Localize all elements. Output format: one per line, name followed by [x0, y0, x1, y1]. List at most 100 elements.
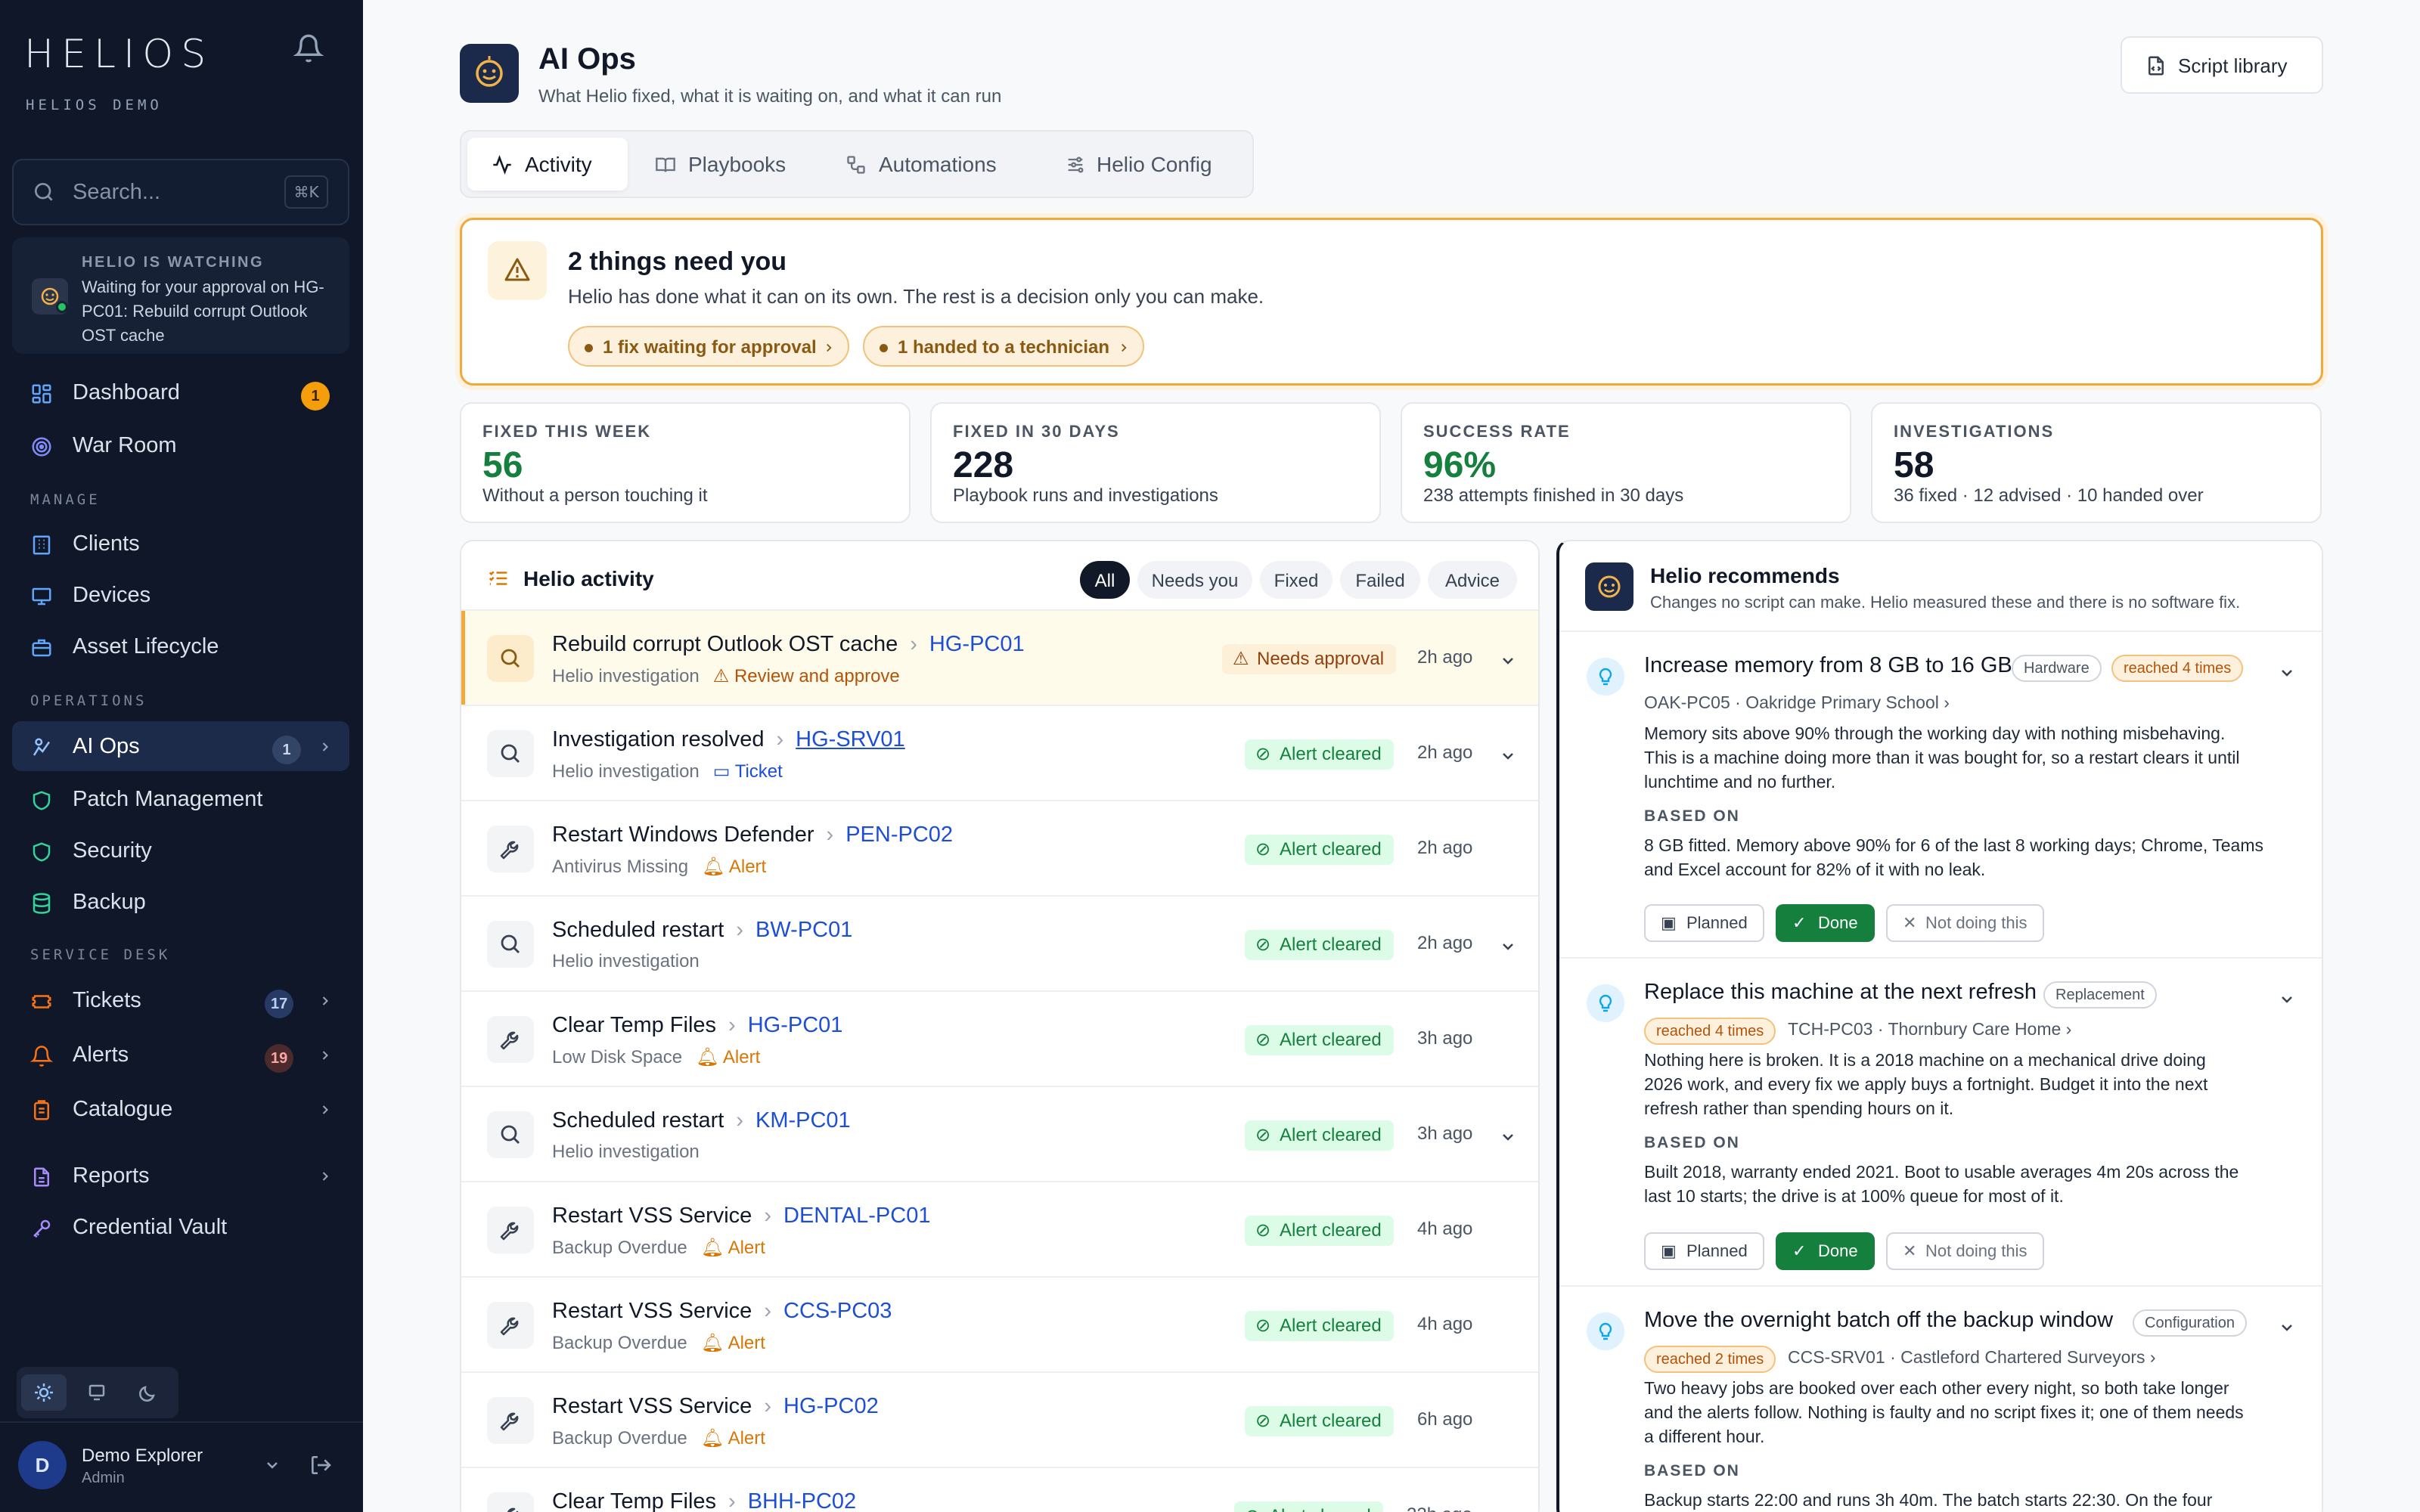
chevron-down-icon[interactable]	[1499, 937, 1517, 956]
alert-link[interactable]: 🔔︎ Alert	[701, 1333, 765, 1353]
done-button[interactable]: ✓ Done	[1776, 1232, 1875, 1270]
sidebar-item-ai-ops[interactable]: AI Ops 1	[12, 721, 349, 771]
device-link[interactable]: PEN-PC02	[845, 823, 953, 847]
filter-needs-you[interactable]: Needs you	[1137, 561, 1252, 599]
wrench-icon	[487, 1302, 534, 1349]
sidebar-item-label: Security	[73, 838, 152, 863]
wrench-icon	[487, 826, 534, 872]
sidebar-item-reports[interactable]: Reports	[12, 1151, 349, 1201]
search-input[interactable]: Search... ⌘K	[12, 159, 349, 225]
user-menu[interactable]: D Demo Explorer Admin	[0, 1421, 363, 1512]
shield-icon	[30, 789, 53, 812]
device-link[interactable]: KM-PC01	[755, 1108, 851, 1132]
alert-link[interactable]: 🔔︎ Alert	[701, 1238, 765, 1258]
done-button[interactable]: ✓ Done	[1776, 904, 1875, 942]
sidebar-item-alerts[interactable]: Alerts 19	[12, 1030, 349, 1080]
chevron-down-icon[interactable]	[2278, 664, 2296, 682]
check-circle-icon: ⊘	[1255, 1220, 1271, 1241]
device-link[interactable]: HG-PC02	[783, 1394, 879, 1418]
chevron-down-icon[interactable]	[263, 1456, 281, 1474]
attention-title: 2 things need you	[568, 247, 787, 276]
alert-link[interactable]: 🔔︎ Alert	[702, 857, 766, 877]
device-location-link[interactable]: CCS-SRV01 · Castleford Chartered Surveyo…	[1788, 1347, 2156, 1368]
sidebar-item-devices[interactable]: Devices	[12, 570, 349, 620]
tab-playbooks[interactable]: Playbooks	[640, 138, 814, 191]
device-location-link[interactable]: OAK-PC05 · Oakridge Primary School ›	[1644, 692, 1950, 713]
sidebar-item-catalogue[interactable]: Catalogue	[12, 1084, 349, 1134]
device-link[interactable]: HG-PC01	[748, 1013, 843, 1037]
moon-icon[interactable]	[127, 1374, 172, 1411]
activity-row[interactable]: Restart VSS Service › DENTAL-PC01 Backup O…	[461, 1182, 1538, 1278]
notifications-bell-icon[interactable]	[293, 33, 324, 64]
sidebar-item-security[interactable]: Security	[12, 826, 349, 875]
activity-row[interactable]: Scheduled restart › BW-PC01 Helio investig…	[461, 897, 1538, 992]
dot-icon	[880, 344, 888, 352]
sidebar-item-patch-management[interactable]: Patch Management	[12, 774, 349, 824]
filter-all[interactable]: All	[1080, 561, 1130, 599]
chevron-right-icon	[318, 1102, 333, 1117]
not-doing-button[interactable]: ✕ Not doing this	[1886, 904, 2044, 942]
activity-row[interactable]: Clear Temp Files › HG-PC01 Low Disk Space 🔔…	[461, 992, 1538, 1087]
activity-row[interactable]: Restart Windows Defender › PEN-PC02 Antivi…	[461, 801, 1538, 897]
activity-row[interactable]: Clear Temp Files › BHH-PC02 ⊘ Alert cleared…	[461, 1468, 1538, 1512]
activity-row[interactable]: Rebuild corrupt Outlook OST cache › HG-PC0…	[461, 611, 1538, 706]
sidebar-item-dashboard[interactable]: Dashboard 1	[12, 367, 349, 417]
planned-button[interactable]: ▣ Planned	[1644, 904, 1764, 942]
based-on-text: Backup starts 22:00 and runs 3h 40m. The…	[1644, 1490, 2213, 1510]
monitor-icon	[30, 585, 53, 608]
planned-button[interactable]: ▣ Planned	[1644, 1232, 1764, 1270]
review-link[interactable]: ⚠ Review and approve	[713, 666, 900, 686]
filter-failed[interactable]: Failed	[1340, 561, 1420, 599]
chevron-right-icon: ›	[764, 1299, 771, 1323]
device-location-link[interactable]: TCH-PC03 · Thornbury Care Home ›	[1788, 1019, 2071, 1040]
location-label: TCH-PC03 · Thornbury Care Home	[1788, 1019, 2062, 1039]
monitor-icon[interactable]	[74, 1374, 119, 1411]
alert-link[interactable]: 🔔︎ Alert	[696, 1047, 760, 1067]
status-badge: ⊘ Alert cleared	[1245, 1025, 1394, 1055]
filter-advice[interactable]: Advice	[1428, 561, 1517, 599]
script-library-button[interactable]: Script library	[2121, 36, 2323, 94]
tab-activity[interactable]: Activity	[467, 138, 628, 191]
activity-row[interactable]: Restart VSS Service › CCS-PC03 Backup Over…	[461, 1278, 1538, 1373]
sidebar-item-backup[interactable]: Backup	[12, 877, 349, 927]
chevron-down-icon[interactable]	[2278, 990, 2296, 1009]
device-link[interactable]: BW-PC01	[755, 918, 852, 942]
sidebar-item-clients[interactable]: Clients	[12, 519, 349, 569]
device-link[interactable]: BHH-PC02	[748, 1489, 856, 1512]
device-link[interactable]: DENTAL-PC01	[783, 1204, 930, 1228]
device-link[interactable]: HG-PC01	[929, 632, 1025, 656]
chevron-down-icon[interactable]	[1499, 652, 1517, 670]
activity-row[interactable]: Investigation resolved › HG-SRV01 Helio in…	[461, 706, 1538, 801]
status-label: Alert cleared	[1280, 839, 1382, 860]
sidebar: HELIOS HELIOS DEMO Search... ⌘K HELIO IS…	[0, 0, 363, 1512]
sun-icon[interactable]	[21, 1374, 67, 1411]
alert-link[interactable]: 🔔︎ Alert	[701, 1428, 765, 1448]
ticket-link[interactable]: ▭ Ticket	[713, 761, 783, 782]
chevron-down-icon[interactable]	[2278, 1318, 2296, 1337]
sidebar-item-asset-lifecycle[interactable]: Asset Lifecycle	[12, 621, 349, 671]
not-doing-button[interactable]: ✕ Not doing this	[1886, 1232, 2044, 1270]
chevron-down-icon[interactable]	[1499, 1128, 1517, 1146]
sidebar-item-credential-vault[interactable]: Credential Vault	[12, 1202, 349, 1252]
sidebar-item-war-room[interactable]: War Room	[12, 420, 349, 470]
tab-label: Helio Config	[1097, 153, 1212, 176]
sidebar-item-label: Clients	[73, 531, 140, 556]
chevron-down-icon[interactable]	[1499, 747, 1517, 765]
filter-fixed[interactable]: Fixed	[1260, 561, 1333, 599]
approval-pill[interactable]: 1 fix waiting for approval	[568, 326, 849, 367]
device-link[interactable]: HG-SRV01	[796, 727, 905, 751]
helio-watching-card[interactable]: HELIO IS WATCHING Waiting for your appro…	[12, 237, 349, 354]
device-link[interactable]: CCS-PC03	[783, 1299, 892, 1323]
status-badge: ⊘ Alert cleared	[1245, 1120, 1394, 1151]
user-role: Admin	[82, 1470, 125, 1486]
logout-icon[interactable]	[309, 1453, 333, 1477]
rec-title: Move the overnight batch off the backup …	[1644, 1308, 2114, 1332]
sidebar-item-tickets[interactable]: Tickets 17	[12, 975, 349, 1025]
activity-row[interactable]: Scheduled restart › KM-PC01 Helio investig…	[461, 1087, 1538, 1182]
tab-automations[interactable]: Automations	[824, 138, 1035, 191]
activity-row[interactable]: Restart VSS Service › HG-PC02 Backup Overd…	[461, 1373, 1538, 1468]
tab-helio-config[interactable]: Helio Config	[1045, 138, 1237, 191]
row-title: Clear Temp Files	[552, 1013, 717, 1037]
technician-pill[interactable]: 1 handed to a technician	[863, 326, 1144, 367]
chevron-right-icon: ›	[776, 727, 784, 751]
